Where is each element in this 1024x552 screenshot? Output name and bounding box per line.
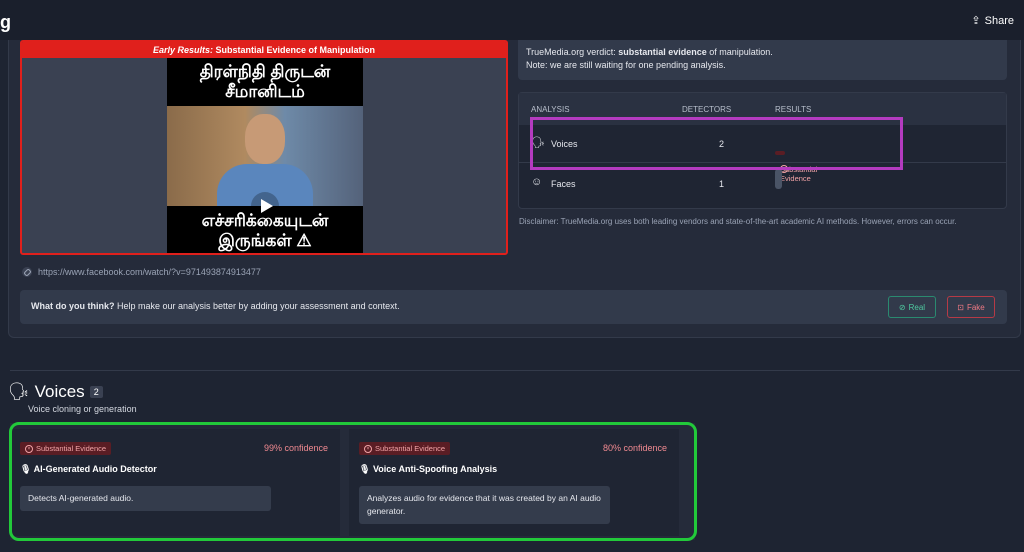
voices-icon: 🗣	[8, 382, 30, 401]
header-detectors: DETECTORS	[682, 105, 732, 114]
share-label: Share	[984, 14, 1014, 27]
count-badge: 2	[89, 386, 103, 398]
header-results: RESULTS	[775, 105, 812, 114]
banner-text: Substantial Evidence of Manipulation	[215, 45, 376, 55]
caption-bottom-line-1: எச்சரிக்கையுடன்	[201, 211, 329, 230]
row-detectors: 1	[719, 179, 725, 189]
voices-section-title: 🗣 Voices 2	[8, 382, 103, 402]
highlight-box-purple	[530, 117, 903, 170]
caption-bottom-line-2: இருங்கள் ⚠	[218, 231, 312, 250]
source-url-row[interactable]: https://www.facebook.com/watch/?v=971493…	[22, 267, 261, 277]
feedback-bar: What do you think? Help make our analysi…	[20, 290, 1007, 324]
caption-top-line-2: சீமானிடம்	[225, 82, 305, 101]
fake-label: Fake	[966, 302, 985, 312]
caption-top: திரள்நிதி திருடன் சீமானிடம்	[167, 62, 363, 102]
person-face	[245, 114, 285, 164]
section-subtitle: Voice cloning or generation	[28, 404, 137, 414]
header-analysis: ANALYSIS	[531, 105, 570, 114]
faces-icon: ☺	[531, 176, 543, 188]
video-player[interactable]: Early Results: Substantial Evidence of M…	[20, 40, 508, 255]
disclaimer: Disclaimer: TrueMedia.org uses both lead…	[519, 217, 957, 226]
section-divider	[10, 370, 1020, 371]
highlight-box-green	[9, 422, 697, 541]
verdict-prefix: TrueMedia.org verdict:	[526, 47, 619, 57]
verdict-strong: substantial evidence	[618, 47, 707, 57]
pending-indicator	[775, 169, 782, 189]
source-url[interactable]: https://www.facebook.com/watch/?v=971493…	[38, 267, 261, 277]
feedback-body: Help make our analysis better by adding …	[114, 301, 400, 311]
share-icon: ⇪	[971, 15, 981, 27]
logo-text: g	[0, 12, 11, 32]
feedback-strong: What do you think?	[31, 301, 115, 311]
fake-icon: ⊡	[957, 302, 964, 312]
banner-prefix: Early Results:	[152, 45, 213, 55]
real-label: Real	[908, 302, 926, 312]
table-row-faces[interactable]: ☺ Faces 1	[519, 165, 1006, 203]
check-icon: ⊘	[898, 302, 906, 312]
top-bar: g ⇪ Share	[0, 0, 1024, 40]
video-still	[167, 106, 363, 220]
section-title-text: Voices	[34, 382, 85, 401]
row-name: Faces	[551, 179, 576, 189]
verdict-box: TrueMedia.org verdict: substantial evide…	[518, 40, 1007, 80]
caption-top-line-1: திரள்நிதி திருடன்	[199, 62, 331, 81]
video-banner: Early Results: Substantial Evidence of M…	[22, 42, 506, 58]
real-button[interactable]: ⊘ Real	[888, 296, 936, 318]
link-icon	[22, 267, 32, 277]
feedback-text: What do you think? Help make our analysi…	[31, 301, 400, 311]
fake-button[interactable]: ⊡ Fake	[947, 296, 995, 318]
verdict-suffix: of manipulation.	[706, 47, 773, 57]
share-button[interactable]: ⇪ Share	[971, 14, 1014, 28]
verdict-note: Note: we are still waiting for one pendi…	[526, 60, 726, 70]
caption-bottom: எச்சரிக்கையுடன் இருங்கள் ⚠	[167, 211, 363, 251]
video-thumbnail: திரள்நிதி திருடன் சீமானிடம் எச்சரிக்கையு…	[167, 58, 363, 253]
